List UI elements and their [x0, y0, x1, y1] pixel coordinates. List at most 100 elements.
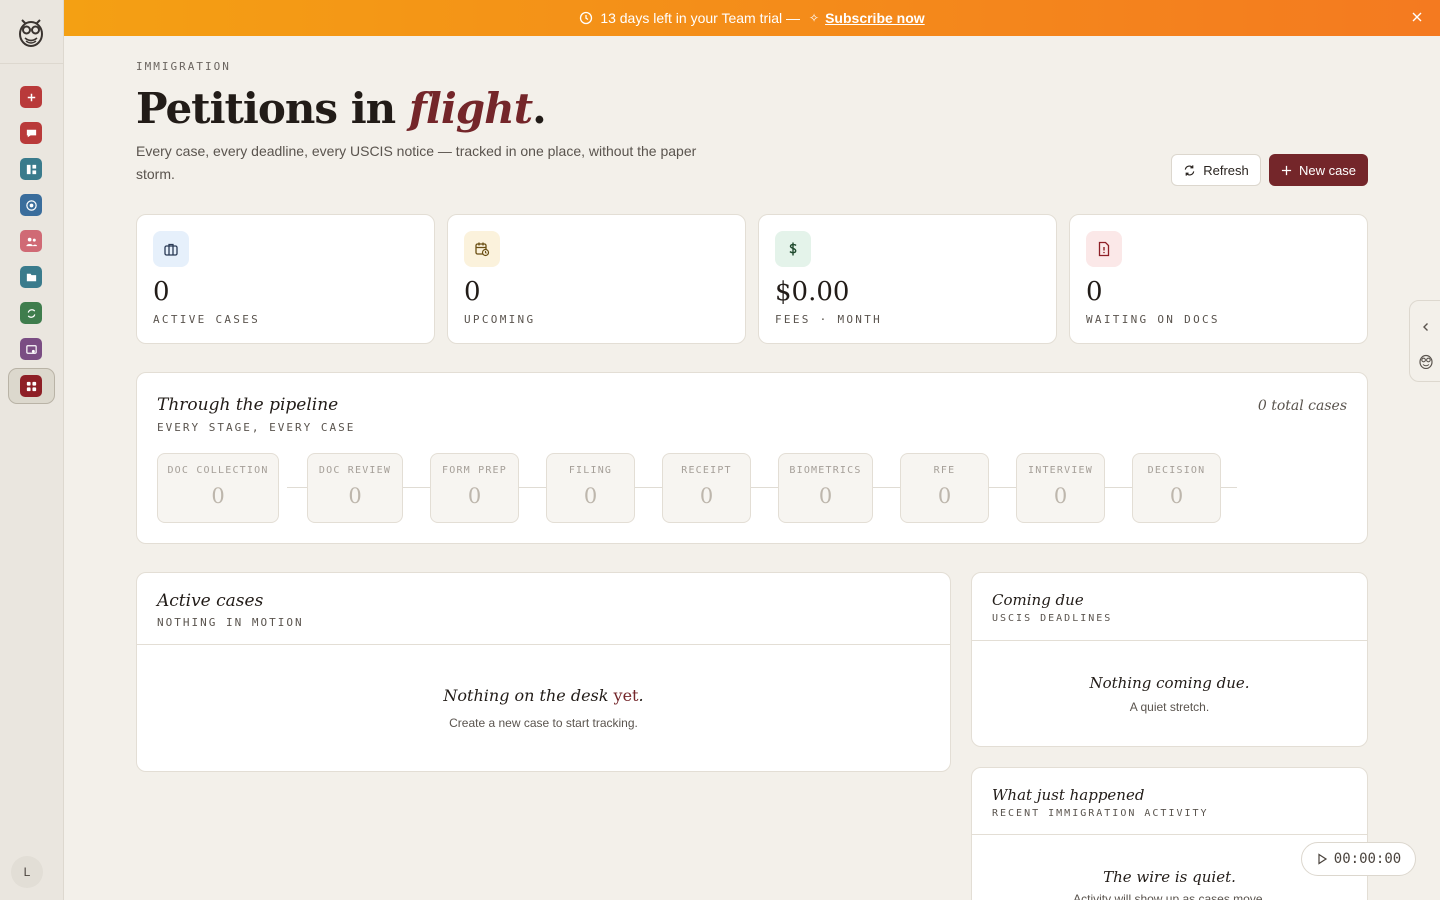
- stat-card-waiting-docs: 0 WAITING ON DOCS: [1069, 214, 1368, 344]
- sidebar-item-folder[interactable]: [20, 266, 42, 288]
- empty-state-text: A quiet stretch.: [1129, 700, 1210, 714]
- sidebar-item-people[interactable]: [20, 230, 42, 252]
- new-case-button[interactable]: New case: [1269, 154, 1368, 186]
- panel-subtitle: NOTHING IN MOTION: [157, 616, 304, 629]
- panel-title: What just happened: [992, 786, 1145, 804]
- stage-count: 0: [348, 484, 362, 508]
- stage-label: INTERVIEW: [1028, 465, 1093, 476]
- activity-panel: What just happened RECENT IMMIGRATION AC…: [971, 767, 1368, 900]
- empty-title-suffix: .: [638, 686, 644, 705]
- avatar[interactable]: L: [11, 856, 43, 888]
- stage-label: BIOMETRICS: [789, 465, 862, 476]
- sidebar-item-add[interactable]: [20, 86, 42, 108]
- stage-label: DECISION: [1147, 465, 1206, 476]
- panel-divider: [972, 640, 1367, 641]
- grid-icon: [26, 381, 36, 391]
- active-cases-panel: Active cases NOTHING IN MOTION Nothing o…: [136, 572, 951, 772]
- stat-label: WAITING ON DOCS: [1086, 313, 1220, 326]
- refresh-label: Refresh: [1203, 162, 1249, 178]
- stat-value: 0: [153, 277, 170, 307]
- pipeline-stage[interactable]: DOC COLLECTION 0: [157, 453, 279, 523]
- new-case-label: New case: [1298, 162, 1357, 178]
- refresh-button[interactable]: Refresh: [1171, 154, 1261, 186]
- stage-count: 0: [1053, 484, 1068, 508]
- timer-value: 00:00:00: [1333, 851, 1402, 867]
- calendar-clock-icon: [464, 231, 500, 267]
- empty-title-accent: yet: [613, 686, 639, 705]
- chevron-left-icon: [1423, 323, 1428, 331]
- pipeline-panel: Through the pipeline EVERY STAGE, EVERY …: [136, 372, 1368, 544]
- sidebar: L: [0, 0, 64, 900]
- pipeline-title: Through the pipeline: [157, 395, 339, 415]
- dashboard-icon: [26, 164, 36, 174]
- title-accent: flight: [408, 84, 533, 133]
- pipeline-stage[interactable]: DOC REVIEW 0: [307, 453, 403, 523]
- refresh-icon: [27, 308, 35, 318]
- pipeline-stage[interactable]: RFE 0: [900, 453, 989, 523]
- stage-count: 0: [699, 484, 714, 508]
- panel-divider: [972, 834, 1367, 835]
- doc-alert-icon: [1086, 231, 1122, 267]
- empty-state-text: Activity will show up as cases move.: [1073, 892, 1266, 900]
- side-panel-toggle[interactable]: [1409, 300, 1440, 382]
- pipeline-stage[interactable]: BIOMETRICS 0: [778, 453, 873, 523]
- refresh-icon: [1184, 164, 1195, 176]
- panel-title: Active cases: [157, 591, 264, 611]
- play-icon: [1318, 853, 1327, 865]
- stat-label: FEES · MONTH: [775, 313, 883, 326]
- stage-count: 0: [818, 484, 833, 508]
- target-icon: [25, 199, 37, 211]
- add-icon: [27, 93, 35, 101]
- sidebar-item-image[interactable]: [20, 338, 42, 360]
- pipeline-stage[interactable]: FILING 0: [546, 453, 635, 523]
- people-icon: [25, 237, 37, 246]
- clock-icon: [580, 11, 593, 25]
- empty-title-prefix: Nothing on the desk: [443, 686, 614, 705]
- stage-count: 0: [211, 484, 225, 508]
- pipeline-total: 0 total cases: [1257, 398, 1347, 414]
- pipeline-subtitle: EVERY STAGE, EVERY CASE: [157, 421, 356, 434]
- stage-label: RFE: [933, 465, 956, 476]
- trial-text: 13 days left in your Team trial —: [600, 10, 801, 26]
- sidebar-item-chat[interactable]: [20, 122, 42, 144]
- stat-card-active-cases: 0 ACTIVE CASES: [136, 214, 435, 344]
- pipeline-stage[interactable]: DECISION 0: [1132, 453, 1221, 523]
- sidebar-item-refresh[interactable]: [20, 302, 42, 324]
- dollar-icon: [775, 231, 811, 267]
- stat-card-upcoming: 0 UPCOMING: [447, 214, 746, 344]
- panel-subtitle: USCIS DEADLINES: [992, 613, 1113, 624]
- sidebar-item-immigration[interactable]: [20, 375, 42, 397]
- close-icon[interactable]: [1410, 10, 1424, 24]
- plus-icon: [1281, 165, 1292, 175]
- pipeline-stage[interactable]: FORM PREP 0: [430, 453, 519, 523]
- timer-button[interactable]: 00:00:00: [1301, 842, 1416, 876]
- panel-title: Coming due: [992, 591, 1084, 609]
- stage-label: RECEIPT: [681, 465, 732, 476]
- stage-label: DOC COLLECTION: [167, 465, 269, 476]
- stage-label: FORM PREP: [442, 465, 507, 476]
- owl-icon: [1419, 354, 1433, 369]
- stage-count: 0: [1169, 484, 1184, 508]
- title-suffix: .: [532, 84, 547, 133]
- owl-logo-icon[interactable]: [18, 16, 44, 48]
- coming-due-panel: Coming due USCIS DEADLINES Nothing comin…: [971, 572, 1368, 747]
- sidebar-item-target[interactable]: [20, 194, 42, 216]
- title-prefix: Petitions in: [136, 84, 409, 133]
- stage-count: 0: [937, 484, 952, 508]
- folder-icon: [26, 273, 36, 281]
- stat-label: UPCOMING: [464, 313, 536, 326]
- sidebar-item-dashboard[interactable]: [20, 158, 42, 180]
- stat-value: $0.00: [775, 277, 850, 307]
- sidebar-divider: [0, 63, 63, 64]
- panel-divider: [137, 644, 950, 645]
- pipeline-stage[interactable]: INTERVIEW 0: [1016, 453, 1105, 523]
- stat-label: ACTIVE CASES: [153, 313, 261, 326]
- pipeline-stage[interactable]: RECEIPT 0: [662, 453, 751, 523]
- subscribe-link[interactable]: Subscribe now: [825, 10, 925, 26]
- sparkle-icon: ✧: [809, 11, 820, 25]
- stage-count: 0: [583, 484, 598, 508]
- stat-card-fees: $0.00 FEES · MONTH: [758, 214, 1057, 344]
- stat-value: 0: [464, 277, 481, 307]
- briefcase-icon: [153, 231, 189, 267]
- empty-state-title: Nothing coming due.: [1089, 674, 1250, 692]
